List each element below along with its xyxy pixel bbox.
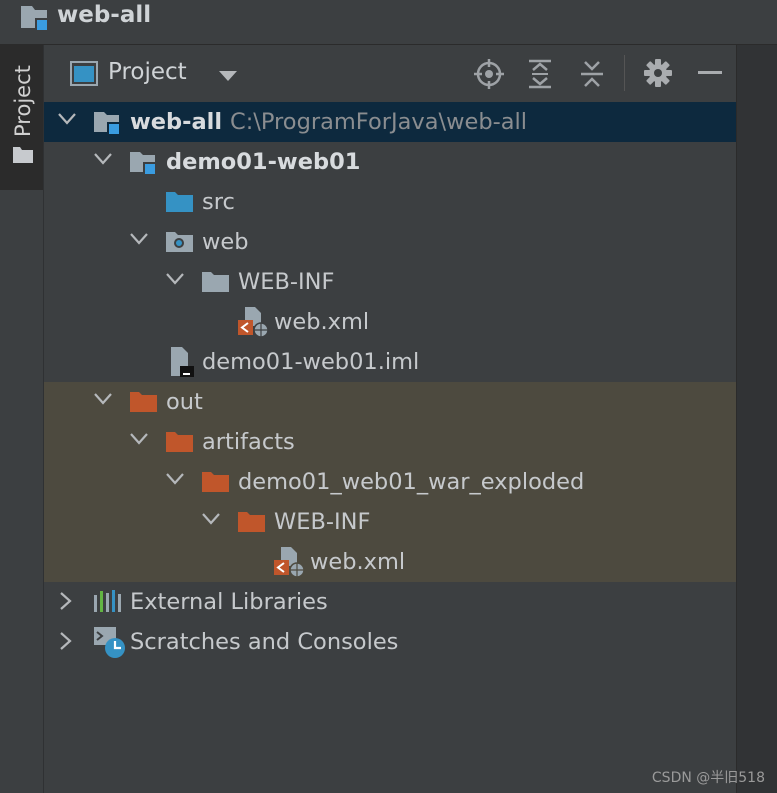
tree-label: External Libraries — [130, 589, 328, 615]
tree-label: WEB-INF — [238, 269, 335, 295]
tree-label: src — [202, 189, 235, 215]
project-tool-label: Project — [11, 65, 35, 137]
gear-icon[interactable] — [644, 59, 672, 87]
project-path: C:\ProgramForJava\web-all — [230, 109, 528, 135]
tree-row-scratches[interactable]: Scratches and Consoles — [44, 622, 736, 662]
tree-label: demo01-web01 — [166, 149, 361, 175]
chevron-down-icon[interactable] — [166, 273, 184, 285]
window-titlebar: web-all — [0, 0, 777, 45]
tree-row-web-xml[interactable]: web.xml — [44, 302, 736, 342]
locate-icon[interactable] — [474, 59, 504, 89]
tree-row-out[interactable]: out — [44, 382, 736, 422]
project-tool-button[interactable]: Project — [0, 45, 43, 190]
tree-label: web — [202, 229, 249, 255]
folder-icon — [12, 145, 34, 169]
panel-toolbar: Project — [44, 45, 736, 101]
tree-row-out-web-inf[interactable]: WEB-INF — [44, 502, 736, 542]
chevron-right-icon[interactable] — [60, 592, 72, 610]
tree-row-external-libraries[interactable]: External Libraries — [44, 582, 736, 622]
tree-label: web.xml — [310, 549, 406, 575]
project-panel: Project web-all C:\ProgramForJava\web-al… — [44, 45, 736, 793]
collapse-all-icon[interactable] — [579, 59, 605, 89]
chevron-down-icon[interactable] — [130, 433, 148, 445]
web-xml-icon — [274, 547, 305, 578]
toolbar-separator — [624, 55, 625, 91]
tree-row-web[interactable]: web — [44, 222, 736, 262]
chevron-down-icon[interactable] — [94, 153, 112, 165]
web-xml-icon — [238, 307, 269, 338]
module-icon — [20, 4, 52, 38]
tree-row-web-all[interactable]: web-all C:\ProgramForJava\web-all — [44, 102, 736, 142]
left-tool-strip: Project — [0, 45, 44, 793]
web-folder-icon — [166, 232, 193, 252]
project-view-icon — [70, 61, 98, 86]
tree-row-war-exploded[interactable]: demo01_web01_war_exploded — [44, 462, 736, 502]
tree-label: WEB-INF — [274, 509, 371, 535]
excluded-folder-icon — [202, 472, 229, 492]
chevron-right-icon[interactable] — [60, 632, 72, 650]
module-icon — [130, 152, 157, 176]
chevron-down-icon[interactable] — [130, 233, 148, 245]
chevron-down-icon[interactable] — [166, 473, 184, 485]
tree-label: demo01_web01_war_exploded — [238, 469, 585, 495]
iml-file-icon — [171, 347, 194, 377]
tree-row-iml[interactable]: demo01-web01.iml — [44, 342, 736, 382]
chevron-down-icon[interactable] — [58, 113, 76, 125]
hide-icon[interactable] — [698, 71, 722, 75]
chevron-down-icon[interactable] — [94, 393, 112, 405]
tree-label: artifacts — [202, 429, 295, 455]
excluded-folder-icon — [130, 392, 157, 412]
tree-row-artifacts[interactable]: artifacts — [44, 422, 736, 462]
scratches-icon — [94, 627, 125, 658]
tree-label: out — [166, 389, 203, 415]
folder-icon — [202, 272, 229, 292]
watermark: CSDN @半旧518 — [651, 770, 765, 786]
tree-row-web-inf[interactable]: WEB-INF — [44, 262, 736, 302]
excluded-folder-icon — [166, 432, 193, 452]
tree-label: web-all — [130, 109, 223, 135]
vertical-scrollbar[interactable] — [736, 45, 777, 793]
panel-title[interactable]: Project — [108, 59, 187, 85]
expand-all-icon[interactable] — [527, 59, 553, 89]
source-folder-icon — [166, 192, 193, 212]
chevron-down-icon[interactable] — [202, 513, 220, 525]
tree-label: demo01-web01.iml — [202, 349, 420, 375]
tree-row-demo01-web01[interactable]: demo01-web01 — [44, 142, 736, 182]
chevron-down-icon[interactable] — [218, 70, 238, 82]
tree-label: web.xml — [274, 309, 370, 335]
module-icon — [94, 112, 121, 136]
window-title: web-all — [57, 2, 152, 28]
tree-label: Scratches and Consoles — [130, 629, 399, 655]
tree-row-src[interactable]: src — [44, 182, 736, 222]
libraries-icon — [94, 590, 121, 612]
excluded-folder-icon — [238, 512, 265, 532]
tree-row-out-web-xml[interactable]: web.xml — [44, 542, 736, 582]
